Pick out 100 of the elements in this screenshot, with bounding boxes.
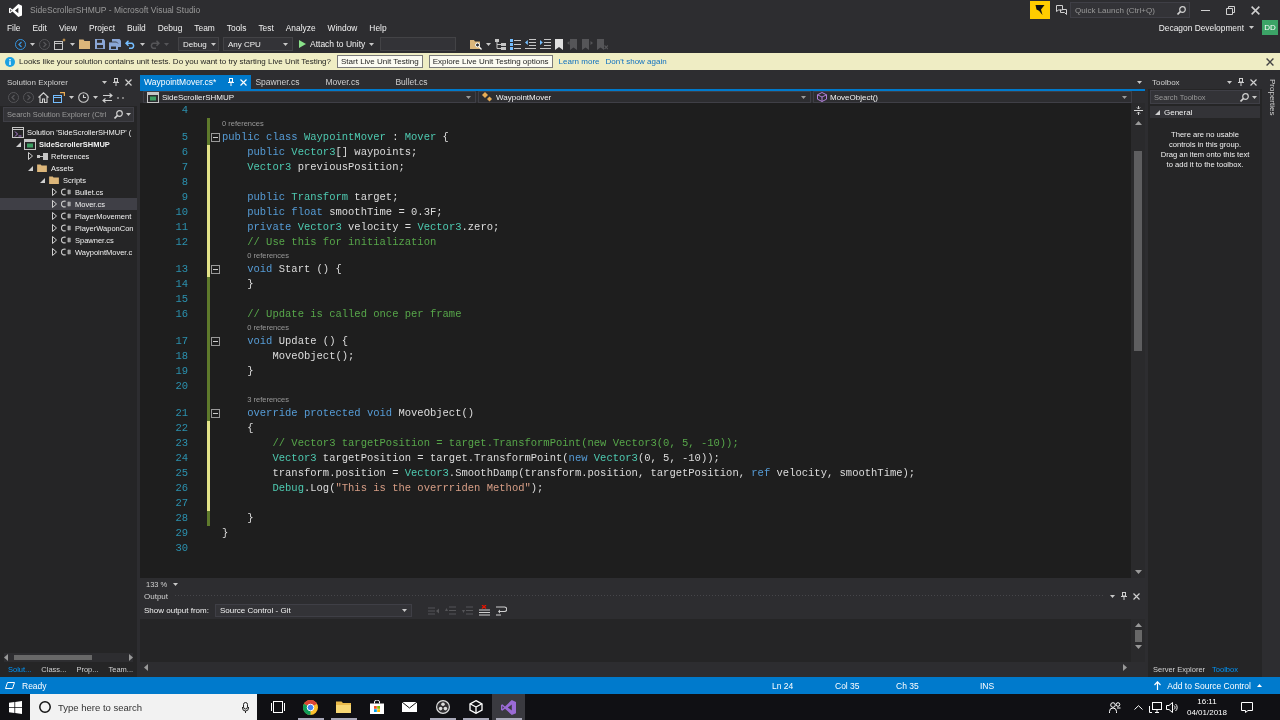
menu-item[interactable]: Help	[363, 20, 393, 35]
configuration-dropdown[interactable]: Debug	[178, 37, 219, 51]
start-icon[interactable]	[8, 700, 22, 714]
indent-icon[interactable]	[540, 39, 552, 49]
horizontal-scrollbar[interactable]	[140, 662, 1145, 672]
caret-icon[interactable]	[401, 609, 407, 612]
window-switch-icon[interactable]	[53, 92, 65, 103]
side-tab[interactable]: Properties	[1267, 79, 1277, 116]
editor-tab[interactable]: Spawner.cs	[251, 75, 322, 89]
menu-item[interactable]: Window	[321, 20, 364, 35]
undo-icon[interactable]	[125, 39, 136, 49]
bookmark-icon[interactable]	[555, 38, 564, 50]
pin-icon[interactable]	[1121, 592, 1127, 600]
menu-item[interactable]: Debug	[151, 20, 189, 35]
clock-icon[interactable]	[78, 92, 89, 103]
minus-box-icon[interactable]	[211, 133, 220, 142]
menu-item[interactable]: Edit	[26, 20, 53, 35]
info-link[interactable]: Don't show again	[605, 57, 667, 66]
list-icon[interactable]	[510, 38, 522, 50]
new-window-icon[interactable]	[54, 38, 66, 50]
expander-icon[interactable]	[52, 212, 57, 220]
scrollbar-thumb[interactable]	[1134, 630, 1142, 642]
navigation-dropdown[interactable]: MoveObject()	[813, 91, 1132, 103]
expander-icon[interactable]	[28, 152, 33, 160]
triangle-down-icon[interactable]	[1134, 645, 1142, 649]
caret-icon[interactable]	[210, 42, 216, 46]
account-name[interactable]: Decagon Development	[1158, 22, 1244, 33]
floppy-disks-icon[interactable]	[109, 38, 121, 50]
search-icon[interactable]	[114, 110, 123, 119]
expander-icon[interactable]	[52, 236, 57, 244]
more-icon[interactable]	[117, 96, 124, 99]
menu-item[interactable]: Analyze	[279, 20, 322, 35]
expander-icon[interactable]	[1155, 109, 1160, 115]
minus-box-icon[interactable]	[211, 409, 220, 418]
caret-icon[interactable]	[140, 42, 145, 46]
platform-dropdown[interactable]: Any CPU	[223, 37, 293, 51]
info-link[interactable]: Learn more	[558, 57, 600, 66]
folder-icon[interactable]	[79, 39, 91, 49]
minus-box-icon[interactable]	[211, 337, 220, 346]
clear-all-icon[interactable]	[478, 605, 490, 616]
run-button[interactable]: Attach to Unity	[297, 37, 377, 51]
word-wrap-icon[interactable]	[495, 605, 507, 616]
expander-icon[interactable]	[52, 248, 57, 256]
expander-icon[interactable]	[16, 141, 21, 147]
menu-item[interactable]: Team	[188, 20, 221, 35]
triangle-up-icon[interactable]	[1134, 623, 1142, 627]
minus-box-icon[interactable]	[211, 265, 220, 274]
menu-item[interactable]: Build	[121, 20, 152, 35]
menu-item[interactable]: File	[1, 20, 27, 35]
navigation-dropdown[interactable]: SideScrollerSHMUP	[143, 91, 476, 103]
caret-icon[interactable]	[283, 42, 288, 46]
folder-search-icon[interactable]	[470, 38, 483, 50]
speech-bubbles-icon[interactable]	[1056, 5, 1067, 15]
caret-icon[interactable]	[1249, 26, 1254, 29]
triangle-left-icon[interactable]	[144, 663, 148, 671]
pin-icon[interactable]	[113, 78, 119, 86]
editor-tab[interactable]: Mover.cs	[321, 75, 392, 89]
caret-icon[interactable]	[1252, 95, 1257, 99]
caret-icon[interactable]	[801, 95, 806, 99]
vertical-scrollbar[interactable]	[1131, 619, 1145, 662]
clock-time[interactable]: 16:11	[1197, 696, 1217, 707]
source-control-button[interactable]: Add to Source Control	[1167, 680, 1251, 691]
search-icon[interactable]	[1240, 92, 1249, 102]
caret-icon[interactable]	[1110, 594, 1115, 598]
caret-icon[interactable]	[486, 42, 492, 46]
save-icon[interactable]	[95, 39, 105, 49]
expander-icon[interactable]	[40, 177, 45, 183]
triangle-right-icon[interactable]	[129, 654, 133, 661]
split-icon[interactable]	[1133, 106, 1143, 115]
expander-icon[interactable]	[52, 200, 57, 208]
caret-icon[interactable]	[369, 42, 375, 46]
speaker-icon[interactable]	[1165, 701, 1178, 713]
triangle-down-icon[interactable]	[1134, 570, 1142, 574]
info-button[interactable]: Explore Live Unit Testing options	[428, 55, 553, 68]
home-icon[interactable]	[38, 92, 49, 103]
vertical-scrollbar[interactable]	[1131, 103, 1145, 578]
network-icon[interactable]	[1148, 701, 1162, 713]
pin-icon[interactable]	[1238, 78, 1244, 86]
editor-tab[interactable]: Bullet.cs	[391, 75, 462, 89]
toolbox-group[interactable]: General	[1150, 106, 1260, 118]
people-icon[interactable]	[1108, 701, 1121, 713]
microphone-icon[interactable]	[242, 701, 249, 713]
clock-date[interactable]: 04/01/2018	[1186, 707, 1227, 718]
triangle-left-icon[interactable]	[4, 654, 8, 661]
chevron-up-icon[interactable]	[1133, 704, 1143, 710]
minimize-icon[interactable]	[1201, 9, 1210, 11]
flag-icon[interactable]	[1030, 1, 1050, 19]
search-field[interactable]: Type here to search	[30, 694, 257, 720]
caret-icon[interactable]	[1137, 80, 1142, 84]
caret-icon[interactable]	[126, 113, 131, 116]
caret-icon[interactable]	[30, 42, 35, 46]
caret-icon[interactable]	[173, 582, 179, 586]
menu-item[interactable]: Tools	[220, 20, 253, 35]
menu-item[interactable]: View	[52, 20, 83, 35]
horizontal-scrollbar[interactable]	[4, 653, 133, 662]
outdent-icon[interactable]	[525, 39, 537, 49]
expander-icon[interactable]	[28, 165, 33, 171]
caret-icon[interactable]	[102, 80, 107, 84]
close-icon[interactable]	[1266, 57, 1274, 66]
menu-item[interactable]: Test	[252, 20, 280, 35]
